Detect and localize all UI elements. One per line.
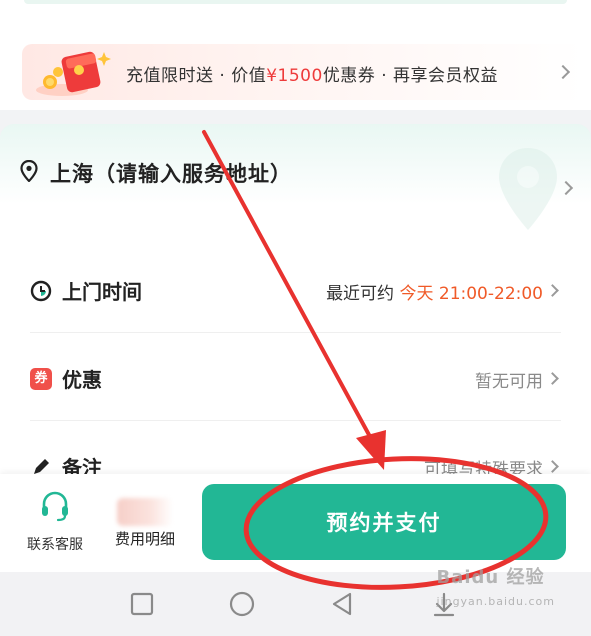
book-and-pay-button[interactable]: 预约并支付 (202, 484, 566, 560)
red-envelope-icon (36, 51, 111, 96)
card-edge (24, 0, 567, 4)
fee-details-label: 费用明细 (114, 530, 175, 548)
visit-time-slot: 今天 21:00-22:00 (399, 284, 543, 304)
coupon-label: 优惠 (62, 368, 102, 392)
watermark-text: Baidu 经验 (436, 567, 545, 588)
chevron-right-icon (546, 372, 559, 385)
promo-text-prefix: 充值限时送 · 价值 (126, 66, 267, 86)
fee-amount-blurred (117, 498, 173, 526)
clock-icon (30, 280, 52, 302)
address-chevron-right-icon (558, 180, 574, 196)
visit-time-label: 上门时间 (62, 280, 142, 304)
bottom-action-bar: 联系客服 费用明细 预约并支付 (0, 474, 591, 572)
promo-text-suffix: 优惠券 · 再享会员权益 (322, 66, 499, 86)
visit-time-value: 最近可约 今天 21:00-22:00 (326, 279, 543, 304)
location-pin-icon (20, 160, 38, 182)
chevron-right-icon (546, 284, 559, 297)
service-address[interactable]: 上海（请输入服务地址） (50, 158, 292, 188)
divider (30, 420, 561, 421)
headset-icon (42, 491, 68, 522)
visit-time-prefix: 最近可约 (326, 284, 400, 304)
promo-text: 充值限时送 · 价值¥1500优惠券 · 再享会员权益 (126, 61, 498, 86)
fee-details-button[interactable]: 费用明细 (106, 498, 184, 558)
coupon-row[interactable]: 券 优惠 暂无可用 (0, 358, 591, 398)
map-pin-decoration-icon (499, 148, 557, 230)
coupon-icon: 券 (30, 368, 52, 390)
customer-service-label: 联系客服 (27, 537, 83, 553)
customer-service-button[interactable]: 联系客服 (18, 490, 92, 560)
chevron-right-icon (546, 460, 559, 473)
promo-amount: ¥1500 (266, 66, 323, 86)
coupon-value: 暂无可用 (475, 372, 543, 392)
recent-apps-icon[interactable] (128, 590, 156, 618)
chevron-right-icon (555, 64, 571, 80)
visit-time-row[interactable]: 上门时间 最近可约 今天 21:00-22:00 (0, 270, 591, 310)
order-card: 上海（请输入服务地址） 上门时间 最近可约 今天 21:00-22:00 券 优… (0, 124, 591, 480)
watermark-sub: jingyan.baidu.com (436, 595, 555, 608)
watermark: Baidu 经验 jingyan.baidu.com (436, 563, 555, 610)
back-icon[interactable] (328, 590, 356, 618)
divider (30, 332, 561, 333)
promo-banner[interactable]: 充值限时送 · 价值¥1500优惠券 · 再享会员权益 (22, 44, 584, 100)
home-icon[interactable] (228, 590, 256, 618)
top-card: 充值限时送 · 价值¥1500优惠券 · 再享会员权益 (0, 0, 591, 110)
